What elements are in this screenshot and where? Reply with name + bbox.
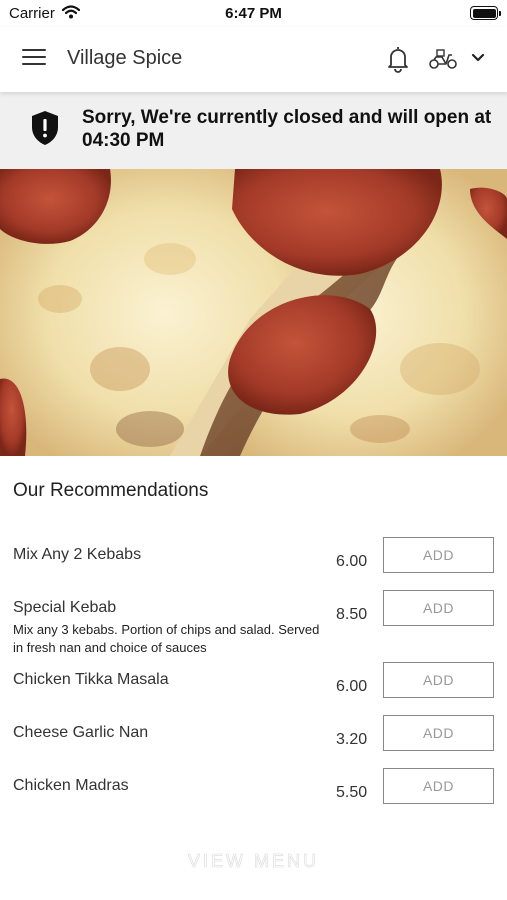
status-bar: Carrier 6:47 PM [0, 0, 507, 27]
item-name: Cheese Garlic Nan [13, 724, 149, 741]
clock: 6:47 PM [225, 5, 282, 22]
item-price: 6.00 [336, 553, 368, 570]
closed-message: Sorry, We're currently closed and will o… [82, 107, 492, 151]
battery-icon [470, 6, 501, 20]
view-menu-button[interactable]: VIEW MENU [0, 851, 507, 872]
chevron-down-icon[interactable] [470, 51, 486, 69]
bell-icon[interactable] [386, 45, 410, 78]
item-name: Mix Any 2 Kebabs [13, 546, 142, 563]
item-name: Chicken Tikka Masala [13, 671, 169, 688]
app-header: Village Spice [0, 27, 507, 92]
menu-icon[interactable] [22, 49, 46, 69]
hero-image [0, 169, 507, 456]
add-button[interactable]: ADD [383, 537, 494, 573]
delivery-scooter-icon[interactable] [428, 48, 458, 75]
shield-alert-icon [31, 110, 59, 151]
item-price: 5.50 [336, 784, 368, 801]
item-name: Chicken Madras [13, 777, 129, 794]
recommendations-title: Our Recommendations [13, 480, 209, 501]
item-price: 8.50 [336, 606, 368, 623]
item-name: Special Kebab [13, 599, 117, 616]
item-description: Mix any 3 kebabs. Portion of chips and s… [13, 622, 320, 655]
add-button[interactable]: ADD [383, 768, 494, 804]
add-button[interactable]: ADD [383, 662, 494, 698]
item-price: 6.00 [336, 678, 368, 695]
closed-banner: Sorry, We're currently closed and will o… [0, 92, 507, 169]
page-title: Village Spice [67, 47, 183, 69]
add-button[interactable]: ADD [383, 590, 494, 626]
add-button[interactable]: ADD [383, 715, 494, 751]
item-price: 3.20 [336, 731, 368, 748]
